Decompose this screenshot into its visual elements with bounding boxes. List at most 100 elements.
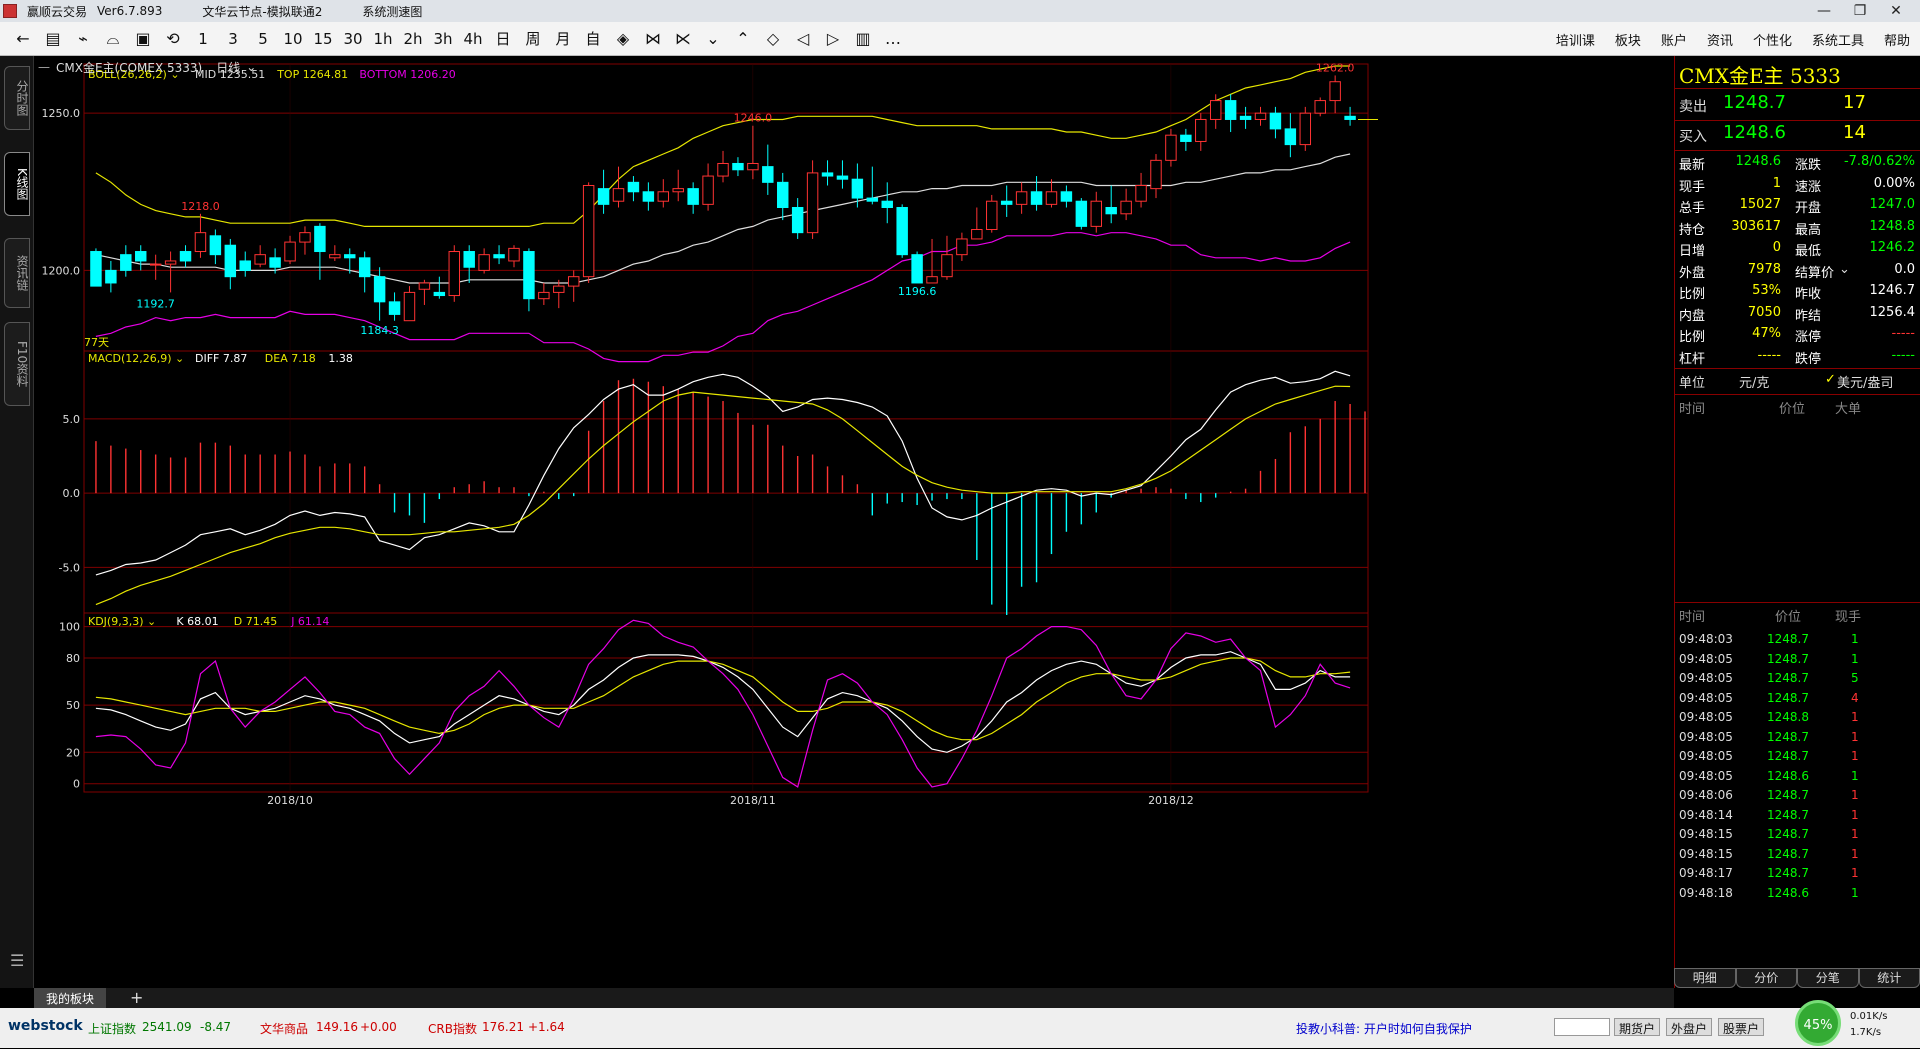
toolbar-button-20[interactable]: ◈ bbox=[608, 29, 638, 48]
toolbar-button-28[interactable]: ▥ bbox=[848, 29, 878, 48]
tab-f10[interactable]: F10资料 bbox=[4, 322, 30, 406]
stat-label: 比例 bbox=[1679, 283, 1705, 302]
toolbar-button-22[interactable]: ⋉ bbox=[668, 29, 698, 48]
stat-row: 杠杆-----跌停----- bbox=[1675, 348, 1920, 368]
toolbar-button-24[interactable]: ⌃ bbox=[728, 29, 758, 48]
tab-news-chain[interactable]: 资讯链 bbox=[4, 238, 30, 308]
toolbar-button-29[interactable]: … bbox=[878, 29, 908, 48]
unit-option-usd[interactable]: 美元/盎司 bbox=[1837, 372, 1893, 391]
candle-body bbox=[912, 255, 922, 283]
stat-value: 47% bbox=[1752, 326, 1781, 341]
speed-test-link[interactable]: 系统测速图 bbox=[362, 3, 422, 20]
toolbar-button-3[interactable]: ⌓ bbox=[98, 29, 128, 49]
stat-row: 最新1248.6涨跌-7.8/0.62% bbox=[1675, 154, 1920, 174]
stat-value: 0.0 bbox=[1894, 262, 1915, 277]
toolbar-button-5[interactable]: ⟲ bbox=[158, 29, 188, 48]
index2-change: +0.00 bbox=[360, 1020, 397, 1034]
toolbar-button-6[interactable]: 1 bbox=[188, 30, 218, 48]
candle-body bbox=[807, 173, 817, 233]
menu-item-1[interactable]: 板块 bbox=[1615, 30, 1641, 49]
candle-body bbox=[240, 261, 250, 270]
tab-timeshare[interactable]: 分时图 bbox=[4, 66, 30, 130]
tick-price: 1248.7 bbox=[1767, 671, 1809, 685]
menu-item-2[interactable]: 账户 bbox=[1661, 30, 1687, 49]
detail-tab-2[interactable]: 分笔 bbox=[1797, 968, 1859, 988]
index3-name[interactable]: CRB指数 bbox=[428, 1020, 477, 1037]
toolbar-button-15[interactable]: 4h bbox=[458, 30, 488, 48]
index3-change: +1.64 bbox=[528, 1020, 565, 1034]
toolbar-button-12[interactable]: 1h bbox=[368, 30, 398, 48]
futures-account-button[interactable]: 期货户 bbox=[1614, 1018, 1660, 1036]
stat-row: 持仓303617最高1248.8 bbox=[1675, 219, 1920, 239]
chevron-down-icon[interactable]: ⌄ bbox=[246, 60, 256, 74]
toolbar-button-2[interactable]: ⌁ bbox=[68, 29, 98, 48]
toolbar-button-16[interactable]: 日 bbox=[488, 28, 518, 49]
toolbar-button-25[interactable]: ◇ bbox=[758, 29, 788, 48]
candle-body bbox=[867, 198, 877, 201]
unit-option-yuan[interactable]: 元/克 bbox=[1739, 372, 1769, 391]
toolbar-button-11[interactable]: 30 bbox=[338, 30, 368, 48]
toolbar-button-17[interactable]: 周 bbox=[518, 28, 548, 49]
menu-item-0[interactable]: 培训课 bbox=[1556, 30, 1595, 49]
close-icon[interactable]: ✕ bbox=[1878, 3, 1914, 19]
period-select[interactable]: 日线 bbox=[216, 59, 240, 76]
menu-item-5[interactable]: 系统工具 bbox=[1812, 30, 1864, 49]
candle-body bbox=[449, 252, 459, 296]
restore-icon[interactable]: ❐ bbox=[1842, 3, 1878, 19]
macd-legend-dea: DEA 7.18 bbox=[265, 352, 316, 365]
chevron-down-icon[interactable]: ⌄ bbox=[1839, 262, 1850, 277]
toolbar-button-14[interactable]: 3h bbox=[428, 30, 458, 48]
toolbar-button-10[interactable]: 15 bbox=[308, 30, 338, 48]
boll-lower-line bbox=[96, 233, 1350, 362]
tick-time: 09:48:03 bbox=[1679, 632, 1733, 646]
toolbar-button-4[interactable]: ▣ bbox=[128, 29, 158, 48]
tick-volume: 1 bbox=[1851, 866, 1859, 880]
stock-account-button[interactable]: 股票户 bbox=[1718, 1018, 1764, 1036]
network-gauge[interactable]: 45% bbox=[1795, 1000, 1841, 1046]
detail-tab-1[interactable]: 分价 bbox=[1736, 968, 1798, 988]
search-input[interactable] bbox=[1554, 1018, 1610, 1036]
minimize-icon[interactable]: — bbox=[1806, 3, 1842, 19]
toolbar-button-21[interactable]: ⋈ bbox=[638, 29, 668, 48]
toolbar-button-18[interactable]: 月 bbox=[548, 28, 578, 49]
stat-label: 涨停 bbox=[1795, 326, 1821, 345]
news-ticker[interactable]: 投教小科普: 开户时如何自我保护 bbox=[1296, 1020, 1472, 1037]
macd-tick-label: -5.0 bbox=[59, 561, 80, 574]
index2-name[interactable]: 文华商品 bbox=[260, 1020, 308, 1037]
menu-item-3[interactable]: 资讯 bbox=[1707, 30, 1733, 49]
detail-tab-0[interactable]: 明细 bbox=[1674, 968, 1736, 988]
toolbar-button-27[interactable]: ▷ bbox=[818, 29, 848, 48]
menu-item-4[interactable]: 个性化 bbox=[1753, 30, 1792, 49]
detail-tab-3[interactable]: 统计 bbox=[1859, 968, 1920, 988]
index1-name[interactable]: 上证指数 bbox=[88, 1020, 136, 1037]
toolbar-button-13[interactable]: 2h bbox=[398, 30, 428, 48]
candle-body bbox=[121, 255, 131, 271]
candle-body bbox=[1076, 201, 1086, 226]
foreign-account-button[interactable]: 外盘户 bbox=[1666, 1018, 1712, 1036]
list-icon[interactable]: ☰ bbox=[10, 951, 24, 970]
price-annotation: 1184.3 bbox=[360, 324, 399, 337]
kdj-legend-k: K 68.01 bbox=[176, 615, 218, 628]
col-hand: 现手 bbox=[1835, 606, 1861, 625]
toolbar-button-19[interactable]: 自 bbox=[578, 28, 608, 49]
toolbar-button-23[interactable]: ⌄ bbox=[698, 29, 728, 48]
toolbar-button-9[interactable]: 10 bbox=[278, 30, 308, 48]
tab-my-sector[interactable]: 我的板块 bbox=[34, 988, 106, 1008]
stat-value: 1246.7 bbox=[1870, 283, 1916, 298]
add-tab-icon[interactable]: + bbox=[130, 988, 143, 1007]
toolbar-button-26[interactable]: ◁ bbox=[788, 29, 818, 48]
tick-volume: 1 bbox=[1851, 769, 1859, 783]
candle-body bbox=[315, 226, 325, 251]
toolbar-button-7[interactable]: 3 bbox=[218, 30, 248, 48]
menu-item-6[interactable]: 帮助 bbox=[1884, 30, 1910, 49]
kline-chart[interactable]: 1250.01200.05.00.0-5.010080502002018/102… bbox=[34, 56, 1674, 988]
toolbar-button-8[interactable]: 5 bbox=[248, 30, 278, 48]
tick-price: 1248.7 bbox=[1767, 866, 1809, 880]
toolbar-button-1[interactable]: ▤ bbox=[38, 29, 68, 48]
toolbar-button-0[interactable]: ← bbox=[8, 29, 38, 48]
sell-volume: 17 bbox=[1843, 92, 1866, 113]
tab-kline[interactable]: K线图 bbox=[4, 152, 30, 216]
macd-tick-label: 0.0 bbox=[63, 487, 81, 500]
tick-price: 1248.6 bbox=[1767, 886, 1809, 900]
candle-body bbox=[91, 252, 101, 287]
